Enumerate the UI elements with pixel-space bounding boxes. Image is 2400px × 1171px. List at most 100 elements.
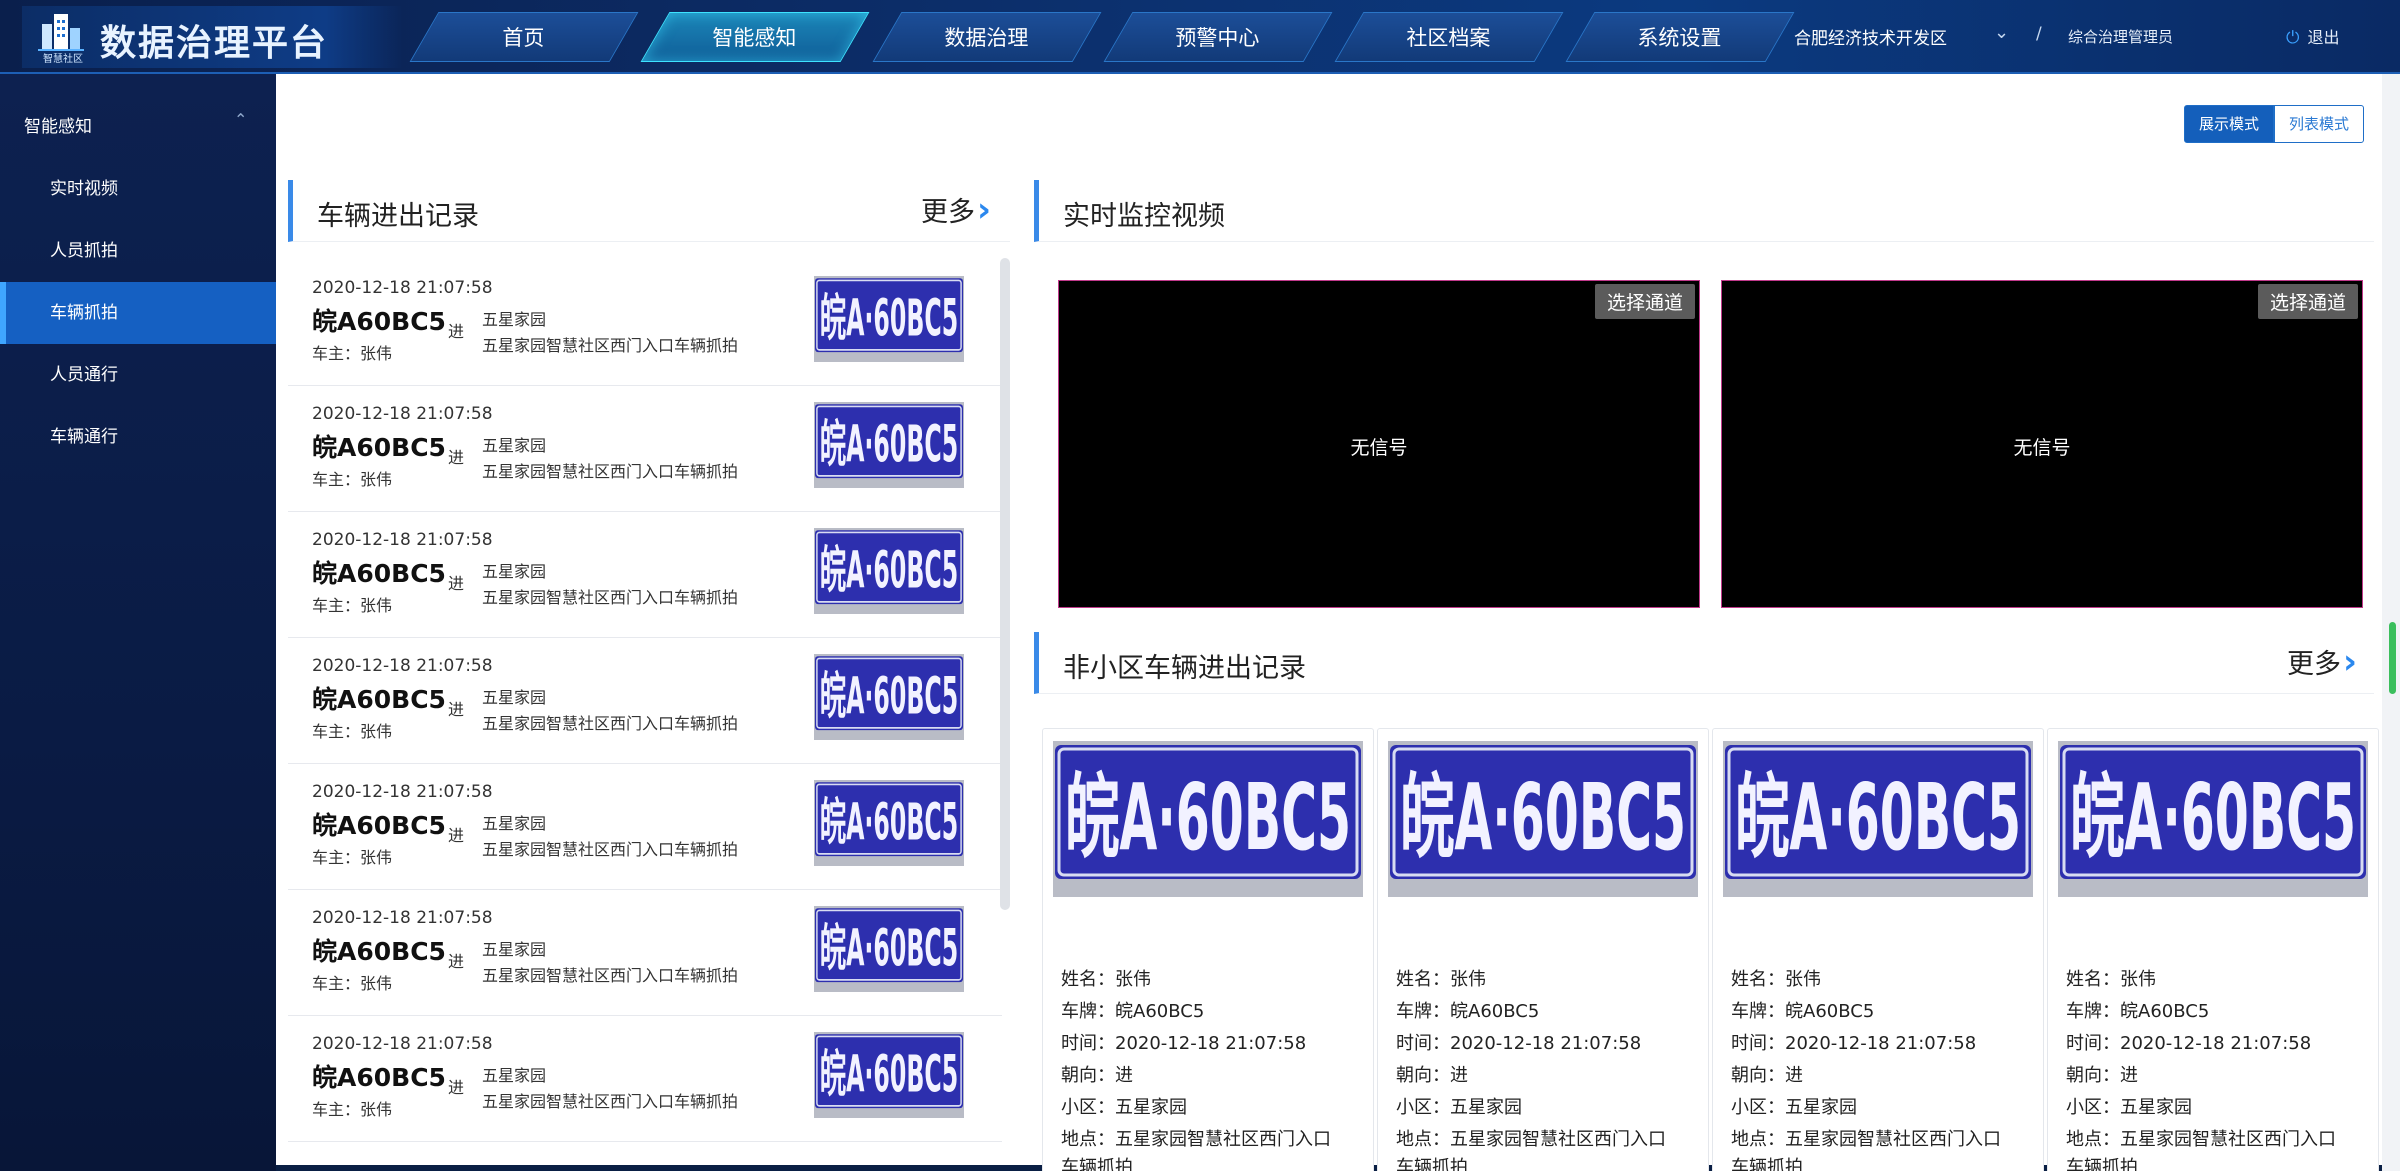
video-player-1[interactable]: 选择通道 无信号 (1058, 280, 1700, 608)
vehicle-card[interactable]: 皖A·60BC5 姓名：张伟 车牌：皖A60BC5 时间：2020-12-18 … (1377, 728, 1709, 1171)
sidebar-item-vehicle-capture[interactable]: 车辆抓拍 (0, 282, 276, 344)
record-community: 五星家园 (482, 310, 547, 329)
vehicle-card[interactable]: 皖A·60BC5 姓名：张伟 车牌：皖A60BC5 时间：2020-12-18 … (1712, 728, 2044, 1171)
chevron-up-icon[interactable]: ⌃ (234, 110, 247, 129)
nav-tab-data-governance[interactable]: 数据治理 (872, 12, 1102, 62)
chevron-down-icon[interactable]: ⌄ (1994, 22, 2009, 43)
plate-image[interactable]: 皖A·60BC5 (1723, 741, 2033, 897)
card-direction: 朝向：进 (1396, 1065, 1468, 1086)
card-direction: 朝向：进 (1061, 1065, 1133, 1086)
card-location-cont: 车辆抓拍 (1061, 1157, 1133, 1171)
record-owner: 车主：张伟 (312, 344, 393, 363)
logout-button[interactable]: ⏻ 退出 (2286, 24, 2339, 48)
list-item[interactable]: 2020-12-18 21:07:58 皖A60BC5 车主：张伟 进 五星家园… (288, 1016, 1002, 1142)
list-item[interactable]: 2020-12-18 21:07:58 皖A60BC5 车主：张伟 进 五星家园… (288, 638, 1002, 764)
monitor-header: 实时监控视频 (1034, 180, 2374, 242)
plate-image[interactable]: 皖A·60BC5 (814, 906, 964, 992)
card-plate: 车牌：皖A60BC5 (1731, 1001, 1875, 1022)
header-separator: / (2036, 24, 2042, 44)
plate-image[interactable]: 皖A·60BC5 (814, 276, 964, 362)
logo-area: 智慧社区 数据治理平台 (22, 6, 402, 68)
vehicle-card[interactable]: 皖A·60BC5 姓名：张伟 车牌：皖A60BC5 时间：2020-12-18 … (2047, 728, 2379, 1171)
record-time: 2020-12-18 21:07:58 (312, 278, 493, 298)
nav-tab-label: 数据治理 (944, 26, 1029, 50)
plate-image[interactable]: 皖A·60BC5 (1388, 741, 1698, 897)
record-time: 2020-12-18 21:07:58 (312, 782, 493, 802)
list-item[interactable]: 2020-12-18 21:07:58 皖A60BC5 车主：张伟 进 五星家园… (288, 890, 1002, 1016)
record-direction: 进 (448, 1078, 465, 1097)
more-link[interactable]: 更多› (921, 190, 991, 230)
record-community: 五星家园 (482, 436, 547, 455)
record-location: 五星家园智慧社区西门入口车辆抓拍 (482, 336, 739, 355)
plate-image[interactable]: 皖A·60BC5 (814, 780, 964, 866)
card-name: 姓名：张伟 (1731, 969, 1821, 990)
sidebar-item-vehicle-pass[interactable]: 车辆通行 (0, 406, 276, 468)
app-title: 数据治理平台 (100, 23, 329, 64)
list-mode-button[interactable]: 列表模式 (2274, 105, 2365, 143)
region-select[interactable]: 合肥经济技术开发区 (1794, 24, 1947, 52)
list-item[interactable]: 2020-12-18 21:07:58 皖A60BC5 车主：张伟 进 五星家园… (288, 260, 1002, 386)
record-location: 五星家园智慧社区西门入口车辆抓拍 (482, 840, 739, 859)
record-location: 五星家园智慧社区西门入口车辆抓拍 (482, 714, 739, 733)
plate-image[interactable]: 皖A·60BC5 (814, 1032, 964, 1118)
record-plate: 皖A60BC5 (312, 433, 446, 462)
record-location: 五星家园智慧社区西门入口车辆抓拍 (482, 1092, 739, 1111)
plate-image[interactable]: 皖A·60BC5 (1053, 741, 1363, 897)
card-direction: 朝向：进 (2066, 1065, 2138, 1086)
record-owner: 车主：张伟 (312, 974, 393, 993)
plate-text: 皖A·60BC5 (820, 416, 958, 474)
select-channel-button[interactable]: 选择通道 (2257, 284, 2358, 319)
card-plate: 车牌：皖A60BC5 (2066, 1001, 2210, 1022)
list-item[interactable]: 2020-12-18 21:07:58 皖A60BC5 车主：张伟 进 五星家园… (288, 386, 1002, 512)
select-channel-button[interactable]: 选择通道 (1594, 284, 1695, 319)
nav-tab-community-archive[interactable]: 社区档案 (1334, 12, 1564, 62)
plate-text: 皖A·60BC5 (820, 290, 958, 348)
card-location-cont: 车辆抓拍 (1396, 1157, 1468, 1171)
more-link[interactable]: 更多› (2287, 642, 2357, 682)
nav-tab-label: 系统设置 (1637, 26, 1722, 50)
card-community: 小区：五星家园 (1061, 1097, 1187, 1118)
section-title: 车辆进出记录 (317, 201, 479, 232)
record-location: 五星家园智慧社区西门入口车辆抓拍 (482, 966, 739, 985)
plate-image[interactable]: 皖A·60BC5 (814, 528, 964, 614)
nav-tab-smart-sensing[interactable]: 智能感知 (640, 12, 870, 62)
list-item[interactable]: 2020-12-18 21:07:58 皖A60BC5 车主：张伟 进 五星家园… (288, 512, 1002, 638)
record-direction: 进 (448, 700, 465, 719)
card-plate: 车牌：皖A60BC5 (1396, 1001, 1540, 1022)
card-time: 时间：2020-12-18 21:07:58 (2066, 1033, 2312, 1054)
nav-tab-system-settings[interactable]: 系统设置 (1565, 12, 1795, 62)
sidebar-item-person-capture[interactable]: 人员抓拍 (0, 220, 276, 282)
sidebar-group-title[interactable]: 智能感知 (24, 112, 92, 137)
plate-image[interactable]: 皖A·60BC5 (814, 654, 964, 740)
card-community: 小区：五星家园 (1731, 1097, 1857, 1118)
card-location: 地点：五星家园智慧社区西门入口 (1396, 1129, 1666, 1150)
vehicle-record-list[interactable]: 2020-12-18 21:07:58 皖A60BC5 车主：张伟 进 五星家园… (288, 260, 1002, 1165)
no-signal-text: 无信号 (2013, 437, 2071, 459)
card-time: 时间：2020-12-18 21:07:58 (1061, 1033, 1307, 1054)
no-signal-text: 无信号 (1350, 437, 1408, 459)
top-header: 智慧社区 数据治理平台 首页 智能感知 数据治理 预警中心 社区档案 系统设置 … (0, 0, 2400, 74)
card-location: 地点：五星家园智慧社区西门入口 (2066, 1129, 2336, 1150)
video-player-2[interactable]: 选择通道 无信号 (1721, 280, 2363, 608)
plate-image[interactable]: 皖A·60BC5 (2058, 741, 2368, 897)
record-direction: 进 (448, 322, 465, 341)
page-scrollbar-thumb[interactable] (2389, 622, 2396, 694)
nav-tab-alert-center[interactable]: 预警中心 (1103, 12, 1333, 62)
sidebar-item-person-pass[interactable]: 人员通行 (0, 344, 276, 406)
nav-tab-home[interactable]: 首页 (409, 12, 639, 62)
record-plate: 皖A60BC5 (312, 559, 446, 588)
list-item[interactable]: 2020-12-18 21:07:58 皖A60BC5 车主：张伟 进 五星家园… (288, 764, 1002, 890)
plate-text: 皖A·60BC5 (820, 794, 958, 852)
vehicle-card[interactable]: 皖A·60BC5 姓名：张伟 车牌：皖A60BC5 时间：2020-12-18 … (1042, 728, 1374, 1171)
list-scrollbar[interactable] (1000, 258, 1010, 910)
record-owner: 车主：张伟 (312, 470, 393, 489)
sidebar-item-live-video[interactable]: 实时视频 (0, 158, 276, 220)
non-resident-header: 非小区车辆进出记录 更多› (1034, 632, 2374, 694)
plate-text: 皖A·60BC5 (2070, 764, 2356, 871)
card-location: 地点：五星家园智慧社区西门入口 (1731, 1129, 2001, 1150)
record-community: 五星家园 (482, 940, 547, 959)
card-location-cont: 车辆抓拍 (2066, 1157, 2138, 1171)
record-location: 五星家园智慧社区西门入口车辆抓拍 (482, 462, 739, 481)
display-mode-button[interactable]: 展示模式 (2184, 105, 2275, 143)
plate-image[interactable]: 皖A·60BC5 (814, 402, 964, 488)
